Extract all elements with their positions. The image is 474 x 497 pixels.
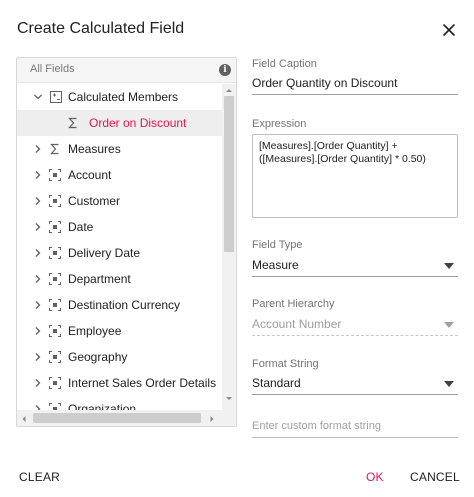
chevron-right-icon[interactable] bbox=[33, 144, 43, 154]
tree-item-label: Organization bbox=[68, 402, 137, 410]
parent-hierarchy-value: Account Number bbox=[252, 317, 342, 331]
field-type-dropdown[interactable]: Measure bbox=[252, 255, 458, 277]
dimension-icon bbox=[49, 299, 61, 311]
chevron-right-icon[interactable] bbox=[33, 222, 43, 232]
chevron-right-icon[interactable] bbox=[33, 378, 43, 388]
close-button[interactable] bbox=[436, 17, 462, 43]
scroll-right-icon[interactable] bbox=[207, 414, 217, 424]
tree-item-label: Calculated Members bbox=[68, 90, 179, 104]
field-type-value: Measure bbox=[252, 258, 299, 272]
tree-item-customer[interactable]: Customer bbox=[17, 188, 222, 214]
dialog-header: Create Calculated Field bbox=[0, 0, 474, 58]
format-string-value: Standard bbox=[252, 376, 301, 390]
tree-item-label: Employee bbox=[68, 324, 122, 338]
calc-icon bbox=[50, 91, 62, 103]
chevron-down-icon[interactable] bbox=[33, 92, 43, 102]
dimension-icon bbox=[49, 221, 61, 233]
tree-item-order-on-discount[interactable]: Order on Discount bbox=[17, 110, 222, 136]
tree-item-organization[interactable]: Organization bbox=[17, 396, 222, 410]
expression-textarea[interactable]: [Measures].[Order Quantity] + ([Measures… bbox=[252, 134, 458, 218]
dropdown-arrow-icon bbox=[444, 263, 454, 269]
tree-item-geography[interactable]: Geography bbox=[17, 344, 222, 370]
tree-item-label: Internet Sales Order Details bbox=[68, 376, 217, 390]
create-calculated-field-dialog: Create Calculated Field All Fields i Cal… bbox=[0, 0, 474, 497]
tree-item-label: Order on Discount bbox=[89, 116, 187, 130]
dimension-icon bbox=[49, 377, 61, 389]
tree-item-label: Department bbox=[68, 272, 131, 286]
tree-item-department[interactable]: Department bbox=[17, 266, 222, 292]
fields-tree: Calculated Members Order on Discount Mea… bbox=[17, 84, 222, 410]
chevron-right-icon[interactable] bbox=[33, 196, 43, 206]
dimension-icon bbox=[49, 169, 61, 181]
tree-item-label: Destination Currency bbox=[68, 298, 181, 312]
field-caption-input[interactable]: Order Quantity on Discount bbox=[252, 73, 458, 95]
field-type-label: Field Type bbox=[252, 239, 303, 251]
parent-hierarchy-dropdown: Account Number bbox=[252, 314, 458, 336]
tree-item-label: Date bbox=[68, 220, 94, 234]
chevron-right-icon[interactable] bbox=[33, 274, 43, 284]
dimension-icon bbox=[49, 325, 61, 337]
sigma-icon bbox=[50, 143, 59, 155]
close-icon bbox=[443, 24, 455, 36]
tree-item-calculated-members[interactable]: Calculated Members bbox=[17, 84, 222, 110]
chevron-right-icon[interactable] bbox=[33, 300, 43, 310]
tree-item-destination-currency[interactable]: Destination Currency bbox=[17, 292, 222, 318]
scroll-down-icon[interactable] bbox=[222, 393, 236, 405]
all-fields-label: All Fields bbox=[30, 63, 75, 75]
dimension-icon bbox=[49, 195, 61, 207]
tree-item-label: Measures bbox=[68, 142, 121, 156]
chevron-right-icon[interactable] bbox=[33, 326, 43, 336]
chevron-right-icon[interactable] bbox=[33, 352, 43, 362]
sigma-icon bbox=[68, 117, 77, 129]
dropdown-arrow-icon bbox=[444, 381, 454, 387]
scroll-up-icon[interactable] bbox=[222, 84, 236, 96]
chevron-right-icon[interactable] bbox=[33, 248, 43, 258]
format-string-dropdown[interactable]: Standard bbox=[252, 373, 458, 395]
tree-item-date[interactable]: Date bbox=[17, 214, 222, 240]
fields-tree-panel: All Fields i Calculated Members Order on… bbox=[16, 57, 237, 427]
dropdown-arrow-icon bbox=[444, 322, 454, 328]
scroll-left-icon[interactable] bbox=[19, 414, 29, 424]
field-caption-label: Field Caption bbox=[252, 58, 317, 70]
info-icon[interactable]: i bbox=[219, 64, 231, 76]
tree-item-label: Delivery Date bbox=[68, 246, 141, 260]
tree-item-delivery-date[interactable]: Delivery Date bbox=[17, 240, 222, 266]
expression-label: Expression bbox=[252, 118, 307, 130]
vertical-scroll-thumb[interactable] bbox=[224, 96, 234, 252]
dimension-icon bbox=[49, 351, 61, 363]
custom-format-input[interactable]: Enter custom format string bbox=[252, 416, 458, 438]
clear-button[interactable]: CLEAR bbox=[19, 469, 60, 485]
tree-item-account[interactable]: Account bbox=[17, 162, 222, 188]
tree-header: All Fields i bbox=[17, 58, 236, 83]
horizontal-scrollbar[interactable] bbox=[17, 410, 222, 426]
cancel-button[interactable]: CANCEL bbox=[410, 469, 460, 485]
ok-button[interactable]: OK bbox=[366, 469, 384, 485]
tree-item-measures[interactable]: Measures bbox=[17, 136, 222, 162]
parent-hierarchy-label: Parent Hierarchy bbox=[252, 298, 335, 310]
dimension-icon bbox=[49, 247, 61, 259]
tree-item-label: Customer bbox=[68, 194, 121, 208]
vertical-scrollbar[interactable] bbox=[222, 84, 236, 426]
chevron-right-icon[interactable] bbox=[33, 170, 43, 180]
horizontal-scroll-thumb[interactable] bbox=[33, 413, 201, 423]
tree-item-internet-sales-order-details[interactable]: Internet Sales Order Details bbox=[17, 370, 222, 396]
dimension-icon bbox=[49, 403, 61, 410]
dialog-title: Create Calculated Field bbox=[17, 20, 185, 37]
format-string-label: Format String bbox=[252, 358, 319, 370]
tree-item-label: Account bbox=[68, 168, 112, 182]
dimension-icon bbox=[49, 273, 61, 285]
tree-item-employee[interactable]: Employee bbox=[17, 318, 222, 344]
tree-item-label: Geography bbox=[68, 350, 128, 364]
